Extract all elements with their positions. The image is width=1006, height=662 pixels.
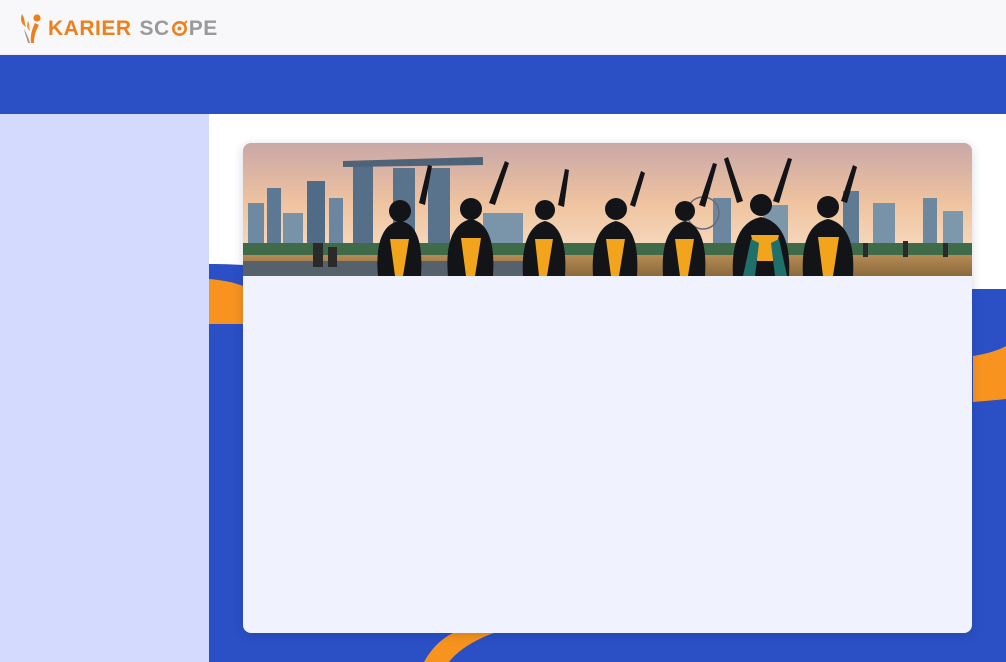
content-card	[243, 143, 972, 633]
target-o-icon	[171, 19, 188, 36]
person-flame-logo-icon	[21, 14, 41, 43]
main-content	[209, 114, 1006, 662]
karier-scope-logo[interactable]: KARIER SC PE	[18, 12, 218, 44]
top-header: KARIER SC PE	[0, 0, 1006, 55]
logo-scope-suffix: PE	[188, 16, 218, 40]
graduates-celebrating-city-skyline-photo	[243, 143, 972, 276]
logo-word-scope: SC PE	[140, 18, 218, 39]
app-page: KARIER SC PE	[0, 0, 1006, 662]
main-navbar	[0, 55, 1006, 114]
card-body	[243, 276, 972, 633]
logo-scope-prefix: SC	[139, 16, 170, 40]
logo-word-karier: KARIER	[48, 16, 132, 40]
sidebar	[0, 114, 209, 662]
